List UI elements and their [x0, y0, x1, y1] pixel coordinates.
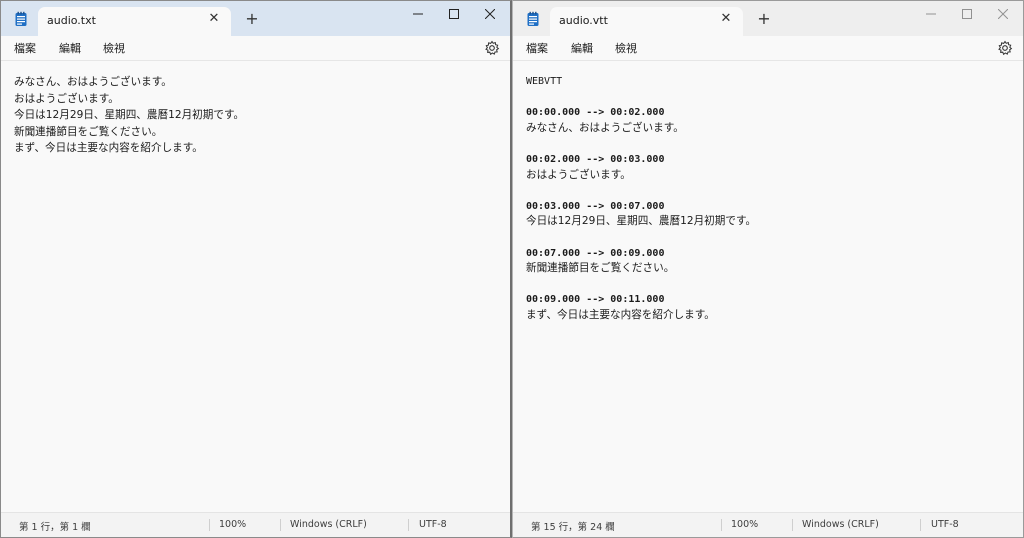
notepad-window-audio-txt[interactable]: audio.txt ✕ + 檔案 編輯 檢視 みなさん、おはようございます。 お…: [0, 0, 512, 538]
text-line: まず、今日は主要な内容を紹介します。: [14, 142, 203, 154]
cue-text: まず、今日は主要な内容を紹介します。: [526, 308, 715, 321]
vtt-header: WEBVTT: [526, 76, 563, 87]
cursor-position: 第 1 行，第 1 欄: [19, 522, 91, 533]
window-close-icon[interactable]: [472, 1, 508, 27]
menu-bar: 檔案 編輯 檢視: [513, 36, 1023, 60]
title-bar[interactable]: audio.txt ✕ +: [1, 1, 510, 36]
notepad-icon: [15, 11, 27, 26]
cue-timestamp: 00:03.000 --> 00:07.000: [526, 200, 665, 212]
cue-text: 新聞連播節目をご覧ください。: [526, 262, 675, 275]
notepad-window-audio-vtt[interactable]: audio.vtt ✕ + 檔案 編輯 檢視 WEBVTT 00:00.000 …: [512, 0, 1024, 538]
cue-timestamp: 00:07.000 --> 00:09.000: [526, 247, 665, 259]
encoding[interactable]: UTF-8: [931, 519, 959, 530]
zoom-level[interactable]: 100%: [731, 519, 758, 530]
title-bar[interactable]: audio.vtt ✕ +: [513, 1, 1023, 36]
menu-view[interactable]: 檢視: [101, 39, 127, 57]
text-line: おはようございます。: [14, 92, 119, 105]
menu-edit[interactable]: 編輯: [57, 39, 83, 57]
cursor-position: 第 15 行，第 24 欄: [531, 522, 615, 533]
maximize-icon[interactable]: [949, 1, 985, 27]
document-text: みなさん、おはようございます。 おはようございます。 今日は12月29日、星期四…: [14, 74, 244, 157]
cue-text: 今日は12月29日、星期四、農曆12月初期です。: [526, 215, 757, 228]
text-line: 今日は12月29日、星期四、農曆12月初期です。: [14, 109, 245, 121]
menu-file[interactable]: 檔案: [12, 39, 38, 57]
status-bar: 第 15 行，第 24 欄 100% Windows (CRLF) UTF-8: [513, 512, 1023, 537]
cue-text: おはようございます。: [526, 168, 631, 181]
close-icon[interactable]: ✕: [719, 12, 733, 26]
menu-view[interactable]: 檢視: [613, 39, 639, 57]
plus-icon[interactable]: +: [755, 10, 773, 28]
text-editor[interactable]: WEBVTT 00:00.000 --> 00:02.000 みなさん、おはよう…: [513, 60, 1023, 513]
cue-text: みなさん、おはようございます。: [526, 121, 684, 134]
minimize-icon[interactable]: [913, 1, 949, 27]
text-editor[interactable]: みなさん、おはようございます。 おはようございます。 今日は12月29日、星期四…: [1, 60, 510, 513]
tab-audio-txt[interactable]: audio.txt ✕: [38, 7, 231, 36]
menu-file[interactable]: 檔案: [524, 39, 550, 57]
menu-edit[interactable]: 編輯: [569, 39, 595, 57]
cue-timestamp: 00:09.000 --> 00:11.000: [526, 294, 665, 306]
minimize-icon[interactable]: [400, 1, 436, 27]
zoom-level[interactable]: 100%: [219, 519, 246, 530]
cue-timestamp: 00:02.000 --> 00:03.000: [526, 153, 665, 165]
text-line: みなさん、おはようございます。: [14, 76, 172, 88]
gear-icon[interactable]: [997, 40, 1013, 56]
document-text: WEBVTT 00:00.000 --> 00:02.000 みなさん、おはよう…: [526, 74, 756, 324]
close-icon[interactable]: ✕: [207, 12, 221, 26]
gear-icon[interactable]: [484, 40, 500, 56]
tab-title: audio.vtt: [559, 14, 608, 27]
notepad-icon: [527, 11, 539, 26]
encoding[interactable]: UTF-8: [419, 519, 447, 530]
window-close-icon[interactable]: [985, 1, 1021, 27]
line-ending[interactable]: Windows (CRLF): [290, 519, 367, 530]
tab-audio-vtt[interactable]: audio.vtt ✕: [550, 7, 743, 36]
status-bar: 第 1 行，第 1 欄 100% Windows (CRLF) UTF-8: [1, 512, 510, 537]
line-ending[interactable]: Windows (CRLF): [802, 519, 879, 530]
text-line: 新聞連播節目をご覧ください。: [14, 125, 163, 138]
cue-timestamp: 00:00.000 --> 00:02.000: [526, 107, 665, 119]
plus-icon[interactable]: +: [243, 10, 261, 28]
maximize-icon[interactable]: [436, 1, 472, 27]
tab-title: audio.txt: [47, 14, 96, 27]
menu-bar: 檔案 編輯 檢視: [1, 36, 510, 60]
